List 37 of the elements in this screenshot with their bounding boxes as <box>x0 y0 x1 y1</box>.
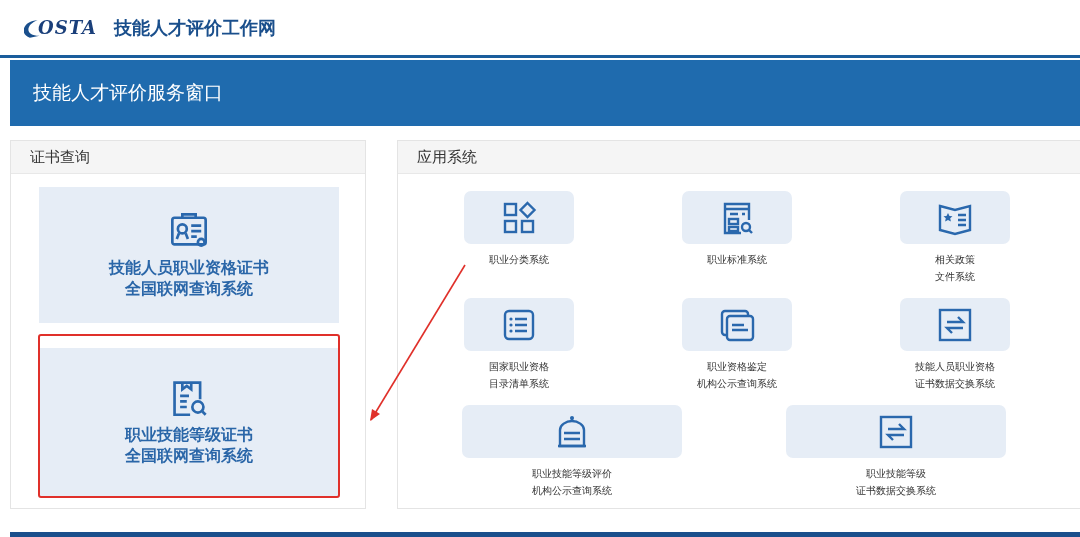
id-card-icon <box>169 210 209 250</box>
system-tile[interactable] <box>464 191 574 244</box>
system-label[interactable]: 职业资格鉴定 <box>707 358 767 375</box>
logo: OSTA <box>24 14 102 41</box>
card-title: 职业技能等级证书 <box>125 425 253 446</box>
system-label[interactable]: 机构公示查询系统 <box>697 375 777 392</box>
grid-icon <box>501 199 537 236</box>
system-tile[interactable] <box>682 298 792 351</box>
query-card[interactable]: 技能人员职业资格证书 全国联网查询系统 <box>39 187 339 323</box>
site-title: 技能人才评价工作网 <box>114 15 276 40</box>
panel-title: 证书查询 <box>30 147 90 167</box>
system-tile[interactable] <box>900 191 1010 244</box>
system-tile[interactable] <box>900 298 1010 351</box>
panel-title: 应用系统 <box>417 147 477 167</box>
card-title: 全国联网查询系统 <box>125 446 253 467</box>
system-label[interactable]: 文件系统 <box>935 268 975 285</box>
system-label[interactable]: 技能人员职业资格 <box>915 358 995 375</box>
system-label[interactable]: 机构公示查询系统 <box>532 482 612 499</box>
exchange-icon <box>937 306 973 343</box>
system-label[interactable]: 目录清单系统 <box>489 375 549 392</box>
card-title: 全国联网查询系统 <box>125 279 253 300</box>
system-label[interactable]: 证书数据交换系统 <box>856 482 936 499</box>
banner-title: 技能人才评价服务窗口 <box>33 80 223 105</box>
system-label[interactable]: 证书数据交换系统 <box>915 375 995 392</box>
system-tile[interactable] <box>786 405 1006 458</box>
system-label[interactable]: 职业技能等级 <box>866 465 926 482</box>
system-tile[interactable] <box>464 298 574 351</box>
system-label[interactable]: 相关政策 <box>935 251 975 268</box>
system-label[interactable]: 职业分类系统 <box>489 251 549 268</box>
system-tile[interactable] <box>682 191 792 244</box>
query-card[interactable]: 职业技能等级证书 全国联网查询系统 <box>39 348 339 496</box>
card-title: 技能人员职业资格证书 <box>109 258 269 279</box>
system-label[interactable]: 职业标准系统 <box>707 251 767 268</box>
system-label[interactable]: 职业技能等级评价 <box>532 465 612 482</box>
system-tile[interactable] <box>462 405 682 458</box>
exchange-icon <box>878 413 914 450</box>
system-label[interactable]: 国家职业资格 <box>489 358 549 375</box>
